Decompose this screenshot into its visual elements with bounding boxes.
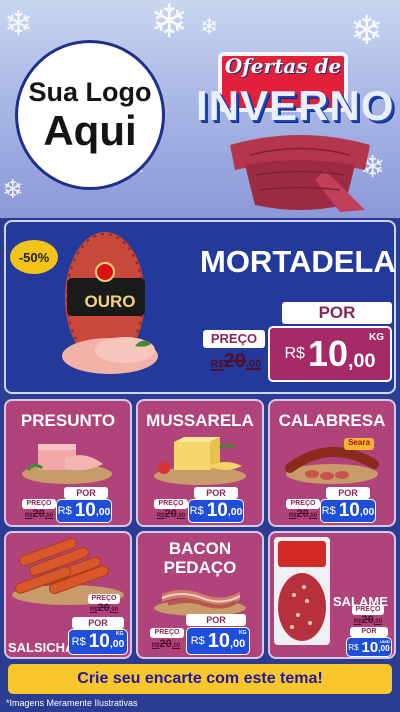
bacon-old-price: R$20,00 xyxy=(146,638,186,650)
featured-preco-label: PREÇO xyxy=(203,330,265,348)
featured-por-label: POR xyxy=(282,302,392,324)
salame-old-price-currency: R$ xyxy=(353,619,362,625)
bacon-new-price-currency: R$ xyxy=(190,635,205,647)
mussarela-por-label: POR xyxy=(194,487,238,499)
salame-old-price-cents: ,00 xyxy=(373,619,383,625)
presunto-por-label: POR xyxy=(64,487,108,499)
featured-old-price-integer: 20 xyxy=(223,350,246,372)
bacon-preco-label: PREÇO xyxy=(150,628,184,638)
product-name-bacon-line2: PEDAÇO xyxy=(163,558,237,577)
mussarela-new-price-cents: ,00 xyxy=(227,507,243,519)
presunto-new-price-currency: R$ xyxy=(57,505,72,517)
featured-old-price: R$20,00 xyxy=(203,350,269,373)
mussarela-old-price-cents: ,00 xyxy=(176,513,186,519)
featured-new-price-cents: ,00 xyxy=(348,350,376,373)
calabresa-old-price-integer: 20 xyxy=(296,508,309,520)
salsicha-old-price-cents: ,00 xyxy=(109,607,119,613)
product-name-bacon-line1: BACON xyxy=(168,539,232,558)
campaign-title-line2: INVERNO xyxy=(196,82,395,129)
snowflake-icon: ❄ xyxy=(200,15,219,40)
salsicha-old-price-integer: 20 xyxy=(97,602,110,614)
logo-text-line1: Sua Logo xyxy=(28,77,152,107)
presunto-new-price-integer: 10 xyxy=(74,500,96,521)
disclaimer-text: *Imagens Meramente Ilustrativas xyxy=(6,698,138,708)
presunto-new-price: R$ 10,00 xyxy=(56,499,112,523)
presunto-old-price: R$20,00 xyxy=(20,508,58,520)
salsicha-new-price-integer: 10 xyxy=(88,631,110,652)
mussarela-old-price-currency: R$ xyxy=(156,513,165,519)
presunto-image xyxy=(22,444,112,484)
calabresa-brand: Seara xyxy=(348,438,370,447)
bacon-new-price-integer: 10 xyxy=(207,629,230,652)
product-name-mussarela: MUSSARELA xyxy=(146,411,254,430)
calabresa-new-price-currency: R$ xyxy=(321,505,336,517)
product-name-calabresa: CALABRESA xyxy=(278,411,386,430)
calabresa-old-price-cents: ,00 xyxy=(308,513,318,519)
salsicha-old-price: R$20,00 xyxy=(84,602,124,614)
product-name-presunto: PRESUNTO xyxy=(20,411,116,430)
mussarela-image xyxy=(154,437,246,485)
calabresa-new-price: R$ 10,00 xyxy=(320,499,376,523)
bacon-unit: KG xyxy=(239,630,247,636)
calabresa-por-label: POR xyxy=(326,487,370,499)
calabresa-old-price-currency: R$ xyxy=(288,513,297,519)
mussarela-old-price-integer: 20 xyxy=(164,508,177,520)
salame-new-price-currency: R$ xyxy=(348,642,359,652)
featured-new-price-currency: R$ xyxy=(284,345,305,362)
snowflake-icon: ❄ xyxy=(2,175,24,205)
bacon-por-label: POR xyxy=(186,614,246,626)
salame-old-price-integer: 20 xyxy=(361,614,374,626)
mussarela-new-price-integer: 10 xyxy=(206,500,228,521)
header-banner: ❄ ❄ ❄ ❄ ❄ ❄ ❄ Sua Logo Aqui Ofertas de I… xyxy=(0,0,400,218)
scarf-icon xyxy=(230,135,370,212)
salame-image xyxy=(274,537,330,645)
presunto-old-price-cents: ,00 xyxy=(44,513,54,519)
salame-por-label: POR xyxy=(350,627,388,637)
mortadela-brand: OURO xyxy=(84,292,136,311)
bacon-old-price-integer: 20 xyxy=(159,638,172,650)
product-name-salsicha: SALSICHA xyxy=(8,640,75,655)
mussarela-new-price-currency: R$ xyxy=(189,505,204,517)
snowflake-icon: ❄ xyxy=(150,0,189,48)
create-flyer-cta-button[interactable]: Crie seu encarte com este tema! xyxy=(8,664,392,694)
featured-unit: KG xyxy=(369,332,384,343)
salsicha-unit: KG xyxy=(116,631,124,637)
presunto-new-price-cents: ,00 xyxy=(95,507,111,519)
salsicha-new-price-cents: ,00 xyxy=(109,639,125,651)
presunto-old-price-integer: 20 xyxy=(32,508,45,520)
featured-old-price-currency: R$ xyxy=(210,359,224,370)
discount-badge: -50% xyxy=(10,240,58,274)
bacon-image xyxy=(154,590,246,616)
bacon-old-price-currency: R$ xyxy=(151,643,160,649)
salsicha-old-price-currency: R$ xyxy=(89,607,98,613)
mussarela-old-price: R$20,00 xyxy=(152,508,190,520)
calabresa-new-price-integer: 10 xyxy=(338,500,360,521)
bacon-old-price-cents: ,00 xyxy=(171,643,181,649)
salame-unit: UNID xyxy=(380,639,390,644)
salsicha-por-label: POR xyxy=(72,617,124,629)
calabresa-new-price-cents: ,00 xyxy=(359,507,375,519)
presunto-old-price-currency: R$ xyxy=(24,513,33,519)
snowflake-icon: ❄ xyxy=(4,4,33,44)
snowflake-icon: ❄ xyxy=(350,8,384,54)
featured-new-price-integer: 10 xyxy=(307,333,348,374)
logo-placeholder: Sua Logo Aqui xyxy=(15,40,165,190)
mussarela-new-price: R$ 10,00 xyxy=(188,499,244,523)
featured-product-name: MORTADELA xyxy=(200,244,396,279)
calabresa-old-price: R$20,00 xyxy=(284,508,322,520)
salame-new-price-integer: 10 xyxy=(361,638,379,656)
campaign-title-line1: Ofertas de xyxy=(224,54,342,78)
bacon-new-price-cents: ,00 xyxy=(230,638,246,651)
logo-text-line2: Aqui xyxy=(43,107,137,154)
salame-old-price: R$20,00 xyxy=(348,614,388,626)
salame-new-price-cents: ,00 xyxy=(378,644,390,654)
salsicha-new-price-currency: R$ xyxy=(71,636,86,648)
featured-old-price-cents: ,00 xyxy=(245,358,262,370)
